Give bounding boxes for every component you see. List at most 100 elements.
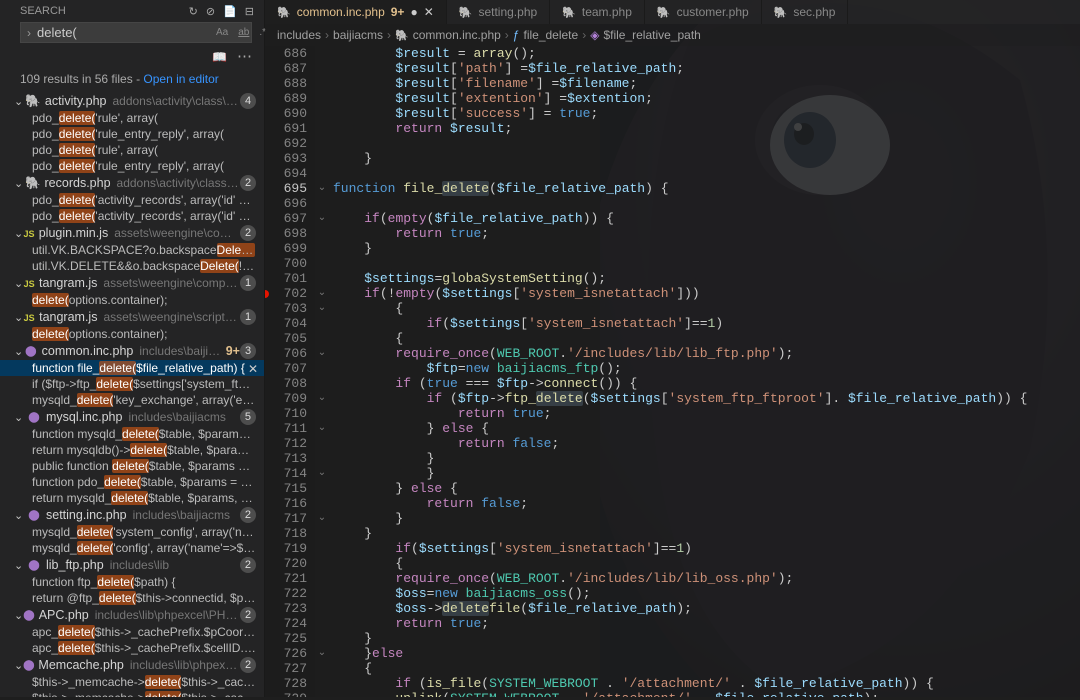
new-search-icon[interactable]: 📄: [223, 5, 237, 18]
more-options-icon[interactable]: ⋯: [237, 52, 252, 62]
fold-cell[interactable]: ⌄: [315, 421, 329, 436]
fold-cell[interactable]: [315, 496, 329, 511]
fold-cell[interactable]: [315, 526, 329, 541]
fold-cell[interactable]: ⌄: [315, 286, 329, 301]
match-row[interactable]: function pdo_delete($table, $params = ar…: [0, 474, 264, 490]
search-input[interactable]: [37, 25, 213, 40]
fold-cell[interactable]: [315, 436, 329, 451]
file-row[interactable]: ⌄⬤lib_ftp.phpincludes\lib2: [0, 556, 264, 574]
breadcrumb-segment[interactable]: includes: [277, 28, 321, 42]
breakpoint-icon[interactable]: [265, 290, 269, 298]
fold-cell[interactable]: [315, 106, 329, 121]
fold-cell[interactable]: [315, 46, 329, 61]
match-row[interactable]: pdo_delete('activity_records', array('id…: [0, 208, 264, 224]
match-row[interactable]: if ($ftp->ftp_delete($settings['system_f…: [0, 376, 264, 392]
fold-cell[interactable]: [315, 136, 329, 151]
fold-cell[interactable]: [315, 601, 329, 616]
file-row[interactable]: ⌄⬤APC.phpincludes\lib\phpexcel\PHPExcel\…: [0, 606, 264, 624]
file-row[interactable]: ⌄⬤common.inc.phpincludes\baijiacms9+3: [0, 342, 264, 360]
fold-cell[interactable]: ⌄: [315, 301, 329, 316]
match-row[interactable]: util.VK.BACKSPACE?o.backspaceDelete()&&e…: [0, 242, 264, 258]
fold-cell[interactable]: [315, 241, 329, 256]
breadcrumb-segment[interactable]: baijiacms: [333, 28, 383, 42]
code-content[interactable]: $result = array(); $result['path'] =$fil…: [329, 46, 1080, 697]
match-row[interactable]: delete(options.container);: [0, 326, 264, 342]
fold-cell[interactable]: [315, 541, 329, 556]
editor-tab[interactable]: 🐘common.inc.php9+●✕: [265, 0, 447, 24]
fold-cell[interactable]: [315, 76, 329, 91]
match-row[interactable]: return mysqld_delete($table, $params, $g…: [0, 490, 264, 506]
fold-cell[interactable]: [315, 571, 329, 586]
collapse-icon[interactable]: ⊟: [245, 5, 254, 18]
fold-cell[interactable]: [315, 556, 329, 571]
match-row[interactable]: pdo_delete('activity_records', array('id…: [0, 192, 264, 208]
match-row[interactable]: $this->_memcache->delete($this->_cachePr…: [0, 690, 264, 697]
fold-cell[interactable]: [315, 91, 329, 106]
fold-cell[interactable]: [315, 226, 329, 241]
match-row[interactable]: mysqld_delete('key_exchange', array('eke…: [0, 392, 264, 408]
fold-cell[interactable]: [315, 376, 329, 391]
file-row[interactable]: ⌄plugin.min.jsassets\weengine\components…: [0, 224, 264, 242]
file-row[interactable]: ⌄⬤mysql.inc.phpincludes\baijiacms5: [0, 408, 264, 426]
file-row[interactable]: ⌄⬤setting.inc.phpincludes\baijiacms2: [0, 506, 264, 524]
fold-cell[interactable]: [315, 676, 329, 691]
fold-cell[interactable]: [315, 256, 329, 271]
fold-cell[interactable]: ⌄: [315, 346, 329, 361]
fold-cell[interactable]: [315, 631, 329, 646]
match-row[interactable]: pdo_delete('rule', array(: [0, 142, 264, 158]
fold-cell[interactable]: [315, 481, 329, 496]
fold-cell[interactable]: ⌄: [315, 391, 329, 406]
match-row[interactable]: function ftp_delete($path) {: [0, 574, 264, 590]
refresh-icon[interactable]: ↻: [189, 5, 198, 18]
match-row[interactable]: mysqld_delete('config', array('name'=>$c…: [0, 540, 264, 556]
close-icon[interactable]: ✕: [424, 5, 434, 19]
file-row[interactable]: ⌄tangram.jsassets\weengine\script\uedito…: [0, 308, 264, 326]
match-row[interactable]: apc_delete($this->_cachePrefix.$cellID.'…: [0, 640, 264, 656]
fold-cell[interactable]: [315, 166, 329, 181]
fold-cell[interactable]: [315, 586, 329, 601]
fold-cell[interactable]: ⌄: [315, 511, 329, 526]
fold-cell[interactable]: [315, 121, 329, 136]
fold-cell[interactable]: ⌄: [315, 181, 329, 196]
search-results-tree[interactable]: ⌄🐘activity.phpaddons\activity\class\web4…: [0, 92, 264, 697]
breadcrumb-symbol[interactable]: $file_relative_path: [603, 28, 700, 42]
fold-cell[interactable]: ⌄: [315, 211, 329, 226]
fold-cell[interactable]: [315, 661, 329, 676]
match-row[interactable]: function file_delete($file_relative_path…: [0, 360, 264, 376]
match-row[interactable]: return mysqldb()->delete($table, $params…: [0, 442, 264, 458]
editor-tab[interactable]: 🐘customer.php: [645, 0, 762, 24]
match-word-toggle[interactable]: ab: [235, 26, 252, 39]
clear-icon[interactable]: ⊘: [206, 5, 215, 18]
dismiss-icon[interactable]: ✕: [248, 362, 258, 376]
match-row[interactable]: delete(options.container);: [0, 292, 264, 308]
fold-cell[interactable]: [315, 451, 329, 466]
breadcrumb-symbol[interactable]: file_delete: [523, 28, 578, 42]
match-row[interactable]: apc_delete($this->_cachePrefix.$pCoord.'…: [0, 624, 264, 640]
match-case-toggle[interactable]: Aa: [213, 26, 231, 39]
match-row[interactable]: pdo_delete('rule_entry_reply', array(: [0, 126, 264, 142]
match-row[interactable]: $this->_memcache->delete($this->_cachePr…: [0, 674, 264, 690]
match-row[interactable]: pdo_delete('rule_entry_reply', array(: [0, 158, 264, 174]
match-row[interactable]: public function delete($table, $params =…: [0, 458, 264, 474]
match-row[interactable]: pdo_delete('rule', array(: [0, 110, 264, 126]
fold-cell[interactable]: [315, 406, 329, 421]
file-row[interactable]: ⌄⬤Memcache.phpincludes\lib\phpexcel\PHPE…: [0, 656, 264, 674]
match-row[interactable]: return @ftp_delete($this->connectid, $pa…: [0, 590, 264, 606]
fold-cell[interactable]: [315, 196, 329, 211]
match-row[interactable]: mysqld_delete('system_config', array('na…: [0, 524, 264, 540]
fold-cell[interactable]: [315, 61, 329, 76]
file-row[interactable]: ⌄🐘records.phpaddons\activity\class\web2: [0, 174, 264, 192]
open-in-editor-link[interactable]: Open in editor: [143, 72, 218, 86]
expand-chevron-icon[interactable]: ›: [27, 26, 31, 40]
editor-tab[interactable]: 🐘team.php: [550, 0, 645, 24]
file-row[interactable]: ⌄tangram.jsassets\weengine\components\ue…: [0, 274, 264, 292]
fold-cell[interactable]: ⌄: [315, 466, 329, 481]
editor-tab[interactable]: 🐘sec.php: [762, 0, 849, 24]
fold-cell[interactable]: [315, 616, 329, 631]
file-row[interactable]: ⌄🐘activity.phpaddons\activity\class\web4: [0, 92, 264, 110]
fold-cell[interactable]: [315, 691, 329, 697]
fold-cell[interactable]: ⌄: [315, 646, 329, 661]
editor-tab[interactable]: 🐘setting.php: [447, 0, 550, 24]
fold-cell[interactable]: [315, 361, 329, 376]
match-row[interactable]: function mysqld_delete($table, $params =…: [0, 426, 264, 442]
